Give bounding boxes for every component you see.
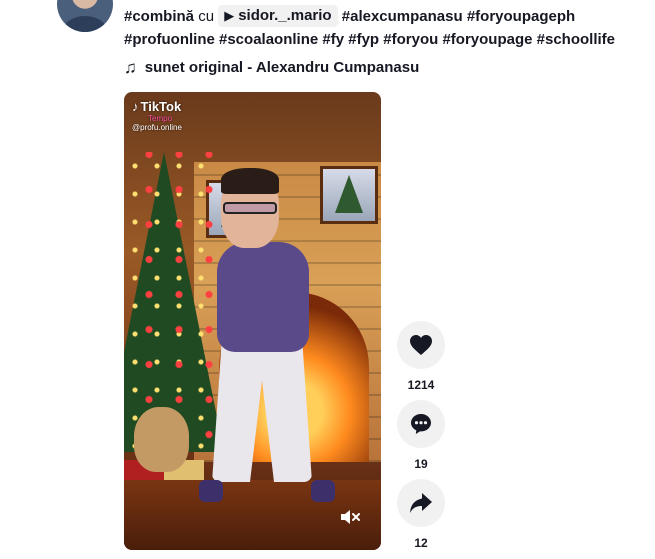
watermark-tempo: Tempo xyxy=(148,114,173,123)
play-icon: ▶ xyxy=(224,8,235,23)
music-link[interactable]: ♫ sunet original - Alexandru Cumpanasu xyxy=(124,58,419,78)
comment-button[interactable] xyxy=(397,400,445,448)
video-dancer-hair xyxy=(221,168,279,194)
comment-count: 19 xyxy=(414,457,428,471)
watermark-brand: ♪ TikTok xyxy=(132,100,182,114)
hashtag-profuonline[interactable]: #profuonline xyxy=(124,31,215,48)
hashtag-alexcumpanasu[interactable]: #alexcumpanasu xyxy=(342,8,463,25)
caption-line-1: #combină cu ▶ sidor._.mario #alexcumpanas… xyxy=(124,5,644,28)
duet-user-chip[interactable]: ▶ sidor._.mario xyxy=(218,5,338,27)
video-dancer-glasses xyxy=(223,202,277,214)
hashtag-schoollife[interactable]: #schoollife xyxy=(537,31,615,48)
volume-muted-svg xyxy=(341,510,360,524)
watermark-handle: @profu.online xyxy=(132,123,182,132)
watermark-brand-text: TikTok xyxy=(140,99,182,114)
video-dancer-hoodie xyxy=(217,242,309,352)
hashtag-foryoupage[interactable]: #foryoupage xyxy=(442,31,532,48)
avatar-shoulders xyxy=(63,16,107,32)
comment-action: 19 xyxy=(397,400,445,471)
tiktok-logo-icon: ♪ xyxy=(132,99,139,114)
hashtag-foryou[interactable]: #foryou xyxy=(383,31,438,48)
share-icon xyxy=(410,493,432,513)
heart-icon xyxy=(410,335,432,355)
share-action: 12 xyxy=(397,479,445,550)
music-label: sunet original - Alexandru Cumpanasu xyxy=(144,59,420,76)
hashtag-foryoupageph[interactable]: #foryoupageph xyxy=(467,8,575,25)
video-dancer-shoe-left xyxy=(199,480,223,502)
video-caption: #combină cu ▶ sidor._.mario #alexcumpanas… xyxy=(124,5,644,51)
tiktok-watermark: ♪ TikTok Tempo @profu.online xyxy=(132,100,182,133)
volume-muted-icon[interactable] xyxy=(337,508,363,528)
video-teddy-bear xyxy=(134,407,189,472)
duet-username: sidor._.mario xyxy=(238,7,332,24)
hashtag-combina[interactable]: #combină xyxy=(124,8,194,25)
share-count: 12 xyxy=(414,536,428,550)
video-dancer-shoe-right xyxy=(311,480,335,502)
author-avatar[interactable] xyxy=(57,0,113,32)
video-picture-frame-right xyxy=(320,166,378,224)
video-player[interactable]: ♪ TikTok Tempo @profu.online xyxy=(124,92,381,550)
like-action: 1214 xyxy=(397,321,445,392)
share-button[interactable] xyxy=(397,479,445,527)
like-button[interactable] xyxy=(397,321,445,369)
comment-icon xyxy=(411,414,431,434)
hashtag-fy[interactable]: #fy xyxy=(322,31,344,48)
like-count: 1214 xyxy=(407,378,435,392)
caption-connector: cu xyxy=(198,8,215,25)
music-note-icon: ♫ xyxy=(124,58,137,77)
caption-line-2: #profuonline #scoalaonline #fy #fyp #for… xyxy=(124,28,644,51)
hashtag-scoalaonline[interactable]: #scoalaonline xyxy=(219,31,318,48)
hashtag-fyp[interactable]: #fyp xyxy=(348,31,379,48)
